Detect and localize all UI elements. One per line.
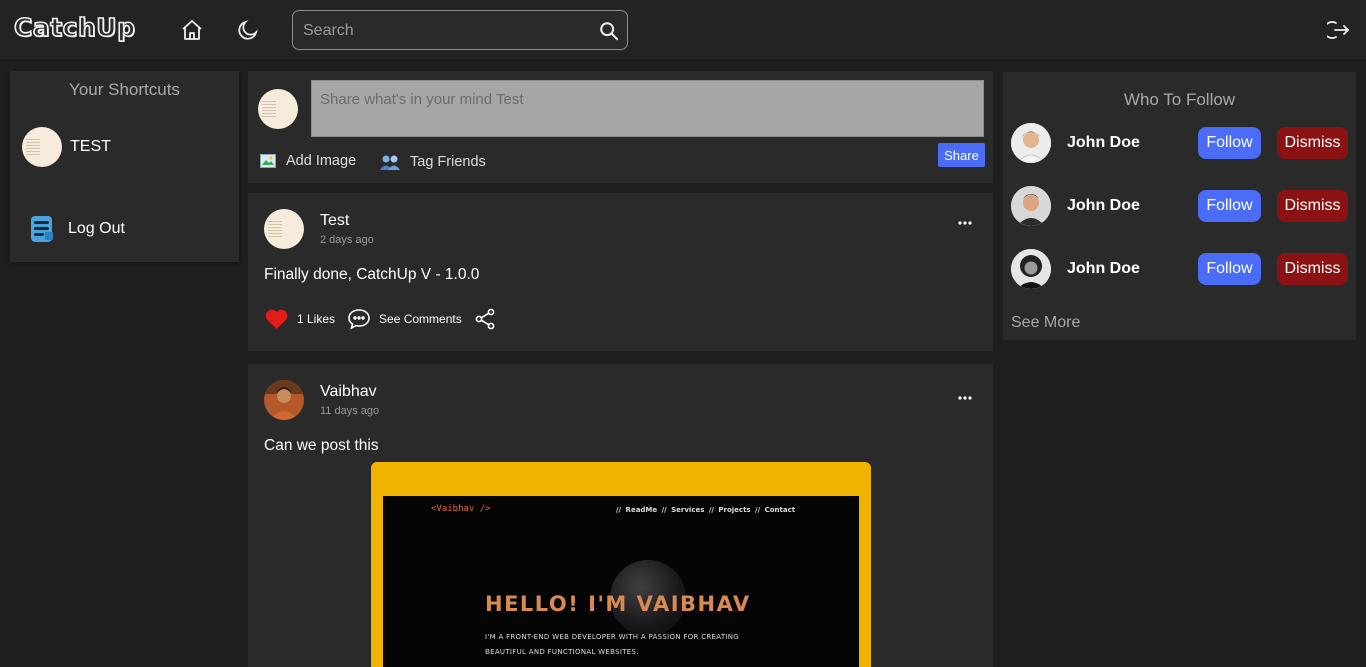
post-image-headline: HELLO! I'M VAIBHAV [485, 592, 751, 616]
post-image-screen: <Vaibhav /> // ReadMe // Services // Pro… [383, 496, 859, 667]
post: Vaibhav 11 days ago Can we post this <Va… [248, 364, 993, 667]
share-post-button[interactable] [474, 308, 504, 330]
like-button[interactable]: 1 Likes [264, 308, 335, 330]
search-input[interactable] [303, 20, 593, 42]
post-image-brand: <Vaibhav /> [431, 504, 491, 514]
shortcut-label: TEST [70, 138, 111, 155]
suggestion-avatar[interactable] [1011, 123, 1051, 163]
comments-button[interactable]: See Comments [347, 308, 462, 330]
post-image-nav: // ReadMe // Services // Projects // Con… [616, 506, 796, 514]
shortcut-profile[interactable]: TEST [22, 127, 111, 167]
post-author[interactable]: Test [320, 212, 349, 230]
logout-icon[interactable] [1327, 18, 1351, 42]
dismiss-button[interactable]: Dismiss [1277, 190, 1348, 222]
shortcut-logout[interactable]: Log Out [28, 214, 125, 244]
user-avatar [22, 127, 62, 167]
dark-mode-icon[interactable] [236, 18, 260, 42]
post-image-bio: I'M A FRONT-END WEB DEVELOPER WITH A PAS… [485, 630, 785, 660]
shortcut-label: Log Out [68, 220, 125, 237]
follow-button[interactable]: Follow [1198, 127, 1261, 159]
see-more-link[interactable]: See More [1011, 314, 1080, 332]
author-avatar[interactable] [264, 380, 304, 420]
suggestion-avatar[interactable] [1011, 186, 1051, 226]
add-image-button[interactable]: Add Image [260, 153, 356, 169]
follow-suggestion: John Doe Follow Dismiss [1011, 249, 1351, 289]
search-box [292, 10, 628, 50]
post-text: Can we post this [264, 437, 379, 454]
image-icon [260, 154, 276, 168]
search-icon[interactable] [598, 20, 620, 42]
post-image[interactable]: <Vaibhav /> // ReadMe // Services // Pro… [371, 462, 871, 667]
post-time: 11 days ago [320, 405, 380, 417]
tag-friends-button[interactable]: Tag Friends [380, 153, 486, 171]
post-composer: Add Image Tag Friends Share [248, 71, 993, 183]
share-icon [475, 308, 495, 330]
logout-icon [31, 216, 53, 242]
add-image-label: Add Image [286, 153, 357, 169]
post-time: 2 days ago [320, 234, 374, 246]
follow-suggestion: John Doe Follow Dismiss [1011, 123, 1351, 163]
shortcuts-panel: Your Shortcuts TEST Log Out [10, 71, 239, 262]
follow-button[interactable]: Follow [1198, 253, 1261, 285]
suggestion-name[interactable]: John Doe [1067, 134, 1140, 152]
more-options-icon[interactable] [957, 394, 973, 402]
comments-label: See Comments [379, 312, 462, 326]
dismiss-button[interactable]: Dismiss [1277, 127, 1348, 159]
who-to-follow-title: Who To Follow [1123, 90, 1236, 109]
top-bar: CatchUp [0, 0, 1366, 61]
follow-suggestion: John Doe Follow Dismiss [1011, 186, 1351, 226]
post-image-bio-line: BEAUTIFUL AND FUNCTIONAL WEBSITES. [485, 648, 639, 656]
heart-icon [265, 309, 288, 329]
suggestion-name[interactable]: John Doe [1067, 197, 1140, 215]
suggestion-avatar[interactable] [1011, 249, 1051, 289]
author-avatar[interactable] [264, 209, 304, 249]
post-image-bio-line: I'M A FRONT-END WEB DEVELOPER WITH A PAS… [485, 633, 740, 641]
home-icon[interactable] [180, 18, 204, 42]
post-author[interactable]: Vaibhav [320, 383, 377, 401]
likes-count: 1 Likes [297, 312, 336, 326]
suggestion-name[interactable]: John Doe [1067, 260, 1140, 278]
shortcuts-title: Your Shortcuts [69, 80, 180, 99]
post-actions: 1 Likes See Comments [264, 308, 516, 330]
comment-icon [348, 309, 370, 330]
who-to-follow-panel: Who To Follow John Doe Follow Dismiss Jo… [1003, 72, 1356, 340]
post-input[interactable] [311, 80, 984, 137]
share-button[interactable]: Share [938, 143, 985, 167]
follow-button[interactable]: Follow [1198, 190, 1261, 222]
user-avatar [258, 89, 298, 129]
post-text: Finally done, CatchUp V - 1.0.0 [264, 266, 480, 283]
post: Test 2 days ago Finally done, CatchUp V … [248, 193, 993, 351]
more-options-icon[interactable] [957, 219, 973, 227]
tag-friends-icon [380, 155, 400, 170]
dismiss-button[interactable]: Dismiss [1277, 253, 1348, 285]
app-logo[interactable]: CatchUp [13, 12, 136, 43]
tag-friends-label: Tag Friends [410, 154, 486, 170]
